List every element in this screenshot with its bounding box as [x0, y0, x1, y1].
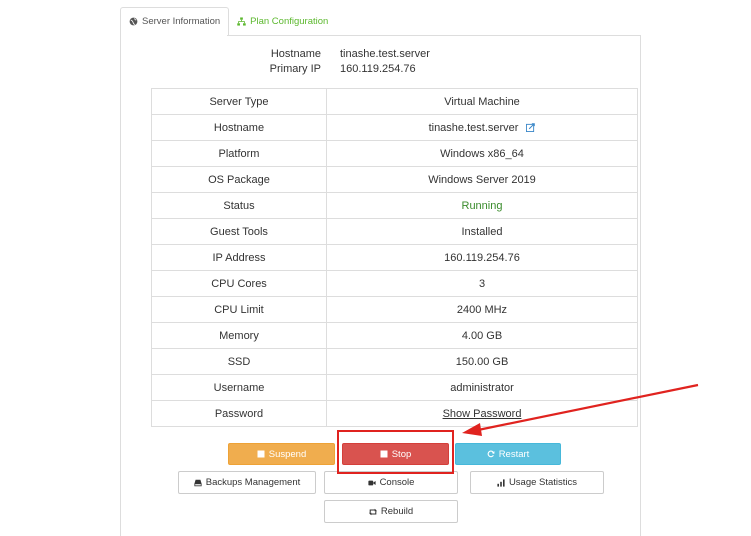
primary-ip-value: 160.119.254.76	[340, 63, 416, 75]
server-info-table: Server Type Virtual Machine Hostname tin…	[151, 88, 638, 427]
table-row: Username administrator	[151, 374, 638, 401]
primary-ip-label: Primary IP	[269, 63, 321, 75]
edit-icon[interactable]	[526, 122, 536, 132]
table-row: IP Address 160.119.254.76	[151, 244, 638, 271]
suspend-button[interactable]: Suspend	[228, 443, 335, 465]
table-row: SSD 150.00 GB	[151, 348, 638, 375]
pause-icon	[257, 450, 265, 458]
tab-server-information[interactable]: Server Information	[120, 7, 230, 36]
backups-label: Backups Management	[205, 477, 301, 488]
row-label: Status	[151, 192, 327, 219]
usage-label: Usage Statistics	[508, 477, 578, 488]
row-value: 160.119.254.76	[326, 244, 638, 271]
row-label: Memory	[151, 322, 327, 349]
row-label: OS Package	[151, 166, 327, 193]
row-value: Windows x86_64	[326, 140, 638, 167]
status-value: Running	[326, 192, 638, 219]
row-value: Windows Server 2019	[326, 166, 638, 193]
tab-label: Plan Configuration	[250, 15, 329, 27]
video-camera-icon	[367, 480, 376, 485]
sitemap-icon	[237, 16, 246, 26]
backups-management-button[interactable]: Backups Management	[178, 471, 316, 494]
row-label: CPU Limit	[151, 296, 327, 323]
row-label: Server Type	[151, 88, 327, 115]
row-label: Guest Tools	[151, 218, 327, 245]
show-password-link[interactable]: Show Password	[443, 408, 522, 420]
table-row: Status Running	[151, 192, 638, 219]
table-row: Password Show Password	[151, 400, 638, 427]
table-row: Memory 4.00 GB	[151, 322, 638, 349]
row-value: administrator	[326, 374, 638, 401]
hostname-label: Hostname	[270, 48, 321, 60]
bar-chart-icon	[497, 478, 505, 487]
usage-statistics-button[interactable]: Usage Statistics	[470, 471, 604, 494]
row-value: Show Password	[326, 400, 638, 427]
server-summary: Hostname tinashe.test.server Primary IP …	[250, 47, 430, 77]
row-label: Username	[151, 374, 327, 401]
suspend-label: Suspend	[268, 448, 307, 460]
row-label: Hostname	[151, 114, 327, 141]
table-row: OS Package Windows Server 2019	[151, 166, 638, 193]
row-label: Platform	[151, 140, 327, 167]
hostname-cell-value: tinashe.test.server	[428, 121, 519, 134]
retweet-icon	[368, 508, 377, 515]
row-value: 4.00 GB	[326, 322, 638, 349]
globe-icon	[129, 17, 138, 26]
row-value: tinashe.test.server	[326, 114, 638, 141]
tab-label: Server Information	[142, 16, 221, 27]
row-label: SSD	[151, 348, 327, 375]
rebuild-button[interactable]: Rebuild	[324, 500, 458, 523]
table-row: CPU Cores 3	[151, 270, 638, 297]
tab-bar: Server Information Plan Configuration	[120, 7, 336, 36]
restart-button[interactable]: Restart	[455, 443, 561, 465]
row-value: Installed	[326, 218, 638, 245]
row-label: CPU Cores	[151, 270, 327, 297]
hostname-value: tinashe.test.server	[340, 48, 430, 60]
row-label: IP Address	[151, 244, 327, 271]
row-value: 150.00 GB	[326, 348, 638, 375]
hdd-icon	[194, 479, 202, 486]
tab-plan-configuration[interactable]: Plan Configuration	[229, 7, 336, 35]
row-label: Password	[151, 400, 327, 427]
refresh-icon	[487, 450, 495, 458]
row-value: 2400 MHz	[326, 296, 638, 323]
row-value: Virtual Machine	[326, 88, 638, 115]
row-value: 3	[326, 270, 638, 297]
table-row: CPU Limit 2400 MHz	[151, 296, 638, 323]
annotation-highlight-box	[337, 430, 454, 474]
console-label: Console	[379, 477, 415, 488]
console-button[interactable]: Console	[324, 471, 458, 494]
table-row: Server Type Virtual Machine	[151, 88, 638, 115]
rebuild-label: Rebuild	[380, 506, 414, 517]
table-row: Guest Tools Installed	[151, 218, 638, 245]
table-row: Hostname tinashe.test.server	[151, 114, 638, 141]
restart-label: Restart	[498, 448, 530, 460]
table-row: Platform Windows x86_64	[151, 140, 638, 167]
